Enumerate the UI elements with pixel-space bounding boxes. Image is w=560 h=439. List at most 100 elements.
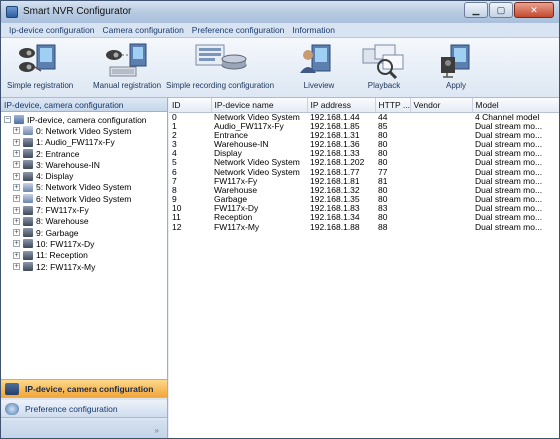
menu-preference-configuration[interactable]: Preference configuration bbox=[188, 25, 289, 35]
table-row[interactable]: 4 Display 192.168.1.33 80 Dual stream mo... bbox=[169, 149, 559, 158]
cell-vendor bbox=[410, 140, 472, 149]
expand-icon[interactable]: + bbox=[13, 127, 20, 135]
tree-node[interactable]: +5: Network Video System bbox=[1, 182, 167, 193]
tree-node[interactable]: +8: Warehouse bbox=[1, 216, 167, 227]
camera-icon bbox=[23, 262, 33, 271]
expand-icon[interactable]: + bbox=[13, 195, 20, 203]
expand-icon[interactable]: + bbox=[13, 240, 20, 248]
cell-model: Dual stream mo... bbox=[475, 213, 543, 223]
title-bar[interactable]: Smart NVR Configurator ▁ ▢ ✕ bbox=[1, 1, 559, 23]
table-row[interactable]: 12 FW117x-My 192.168.1.88 88 Dual stream mo.… bbox=[169, 223, 559, 232]
expand-icon[interactable]: + bbox=[13, 172, 20, 180]
simple-recording-configuration-button[interactable]: Simple recording configuration bbox=[166, 41, 274, 90]
cell-id: 12 bbox=[172, 222, 182, 232]
tree-node-label: 6: Network Video System bbox=[36, 193, 132, 204]
navigation-pane: IP-device, camera configuration Preferen… bbox=[1, 379, 167, 438]
column-header-ip-device-name[interactable]: IP-device name bbox=[211, 98, 308, 113]
tree-node[interactable]: +2: Entrance bbox=[1, 148, 167, 159]
menu-information[interactable]: Information bbox=[288, 25, 339, 35]
table-row[interactable]: 2 Entrance 192.168.1.31 80 Dual stream mo... bbox=[169, 131, 559, 140]
simple-registration-button[interactable]: Simple registration bbox=[7, 41, 73, 90]
maximize-button[interactable]: ▢ bbox=[489, 2, 513, 18]
cell-id: 2 bbox=[172, 130, 177, 140]
cell-model: Dual stream mo... bbox=[475, 185, 543, 195]
menu-ip-device-configuration[interactable]: Ip-device configuration bbox=[5, 25, 99, 35]
table-row[interactable]: 7 FW117x-Fy 192.168.1.81 81 Dual stream mo..… bbox=[169, 177, 559, 186]
tree-node-label: 5: Network Video System bbox=[36, 182, 132, 193]
tree-node[interactable]: +3: Warehouse-IN bbox=[1, 159, 167, 170]
cell-http-port: 80 bbox=[378, 185, 388, 195]
preference-gear-icon bbox=[5, 402, 19, 415]
apply-button[interactable]: Apply bbox=[433, 41, 479, 90]
column-header-id[interactable]: ID bbox=[169, 98, 212, 113]
toolbar: Simple registration Manual registration bbox=[1, 38, 559, 98]
table-row[interactable]: 3 Warehouse-IN 192.168.1.36 80 Dual stream m… bbox=[169, 140, 559, 149]
tree-node[interactable]: +6: Network Video System bbox=[1, 193, 167, 204]
column-header-vendor[interactable]: Vendor bbox=[410, 98, 473, 113]
tree-root[interactable]: − IP-device, camera configuration bbox=[1, 114, 167, 125]
collapse-icon[interactable]: − bbox=[4, 116, 11, 124]
minimize-button[interactable]: ▁ bbox=[464, 2, 488, 18]
close-button[interactable]: ✕ bbox=[514, 2, 554, 18]
expand-icon[interactable]: + bbox=[13, 263, 20, 270]
nav-overflow-button[interactable]: » bbox=[1, 420, 167, 438]
cell-model: Dual stream mo... bbox=[475, 176, 543, 186]
expand-icon[interactable]: + bbox=[13, 183, 20, 191]
cell-ip-device-name: Network Video System bbox=[214, 167, 300, 177]
nav-camera-configuration-label: IP-device, camera configuration bbox=[25, 383, 154, 394]
nav-camera-configuration[interactable]: IP-device, camera configuration bbox=[1, 380, 167, 398]
tree-node[interactable]: +11: Reception bbox=[1, 250, 167, 261]
table-row[interactable]: 6 Network Video System 192.168.1.77 77 Dual … bbox=[169, 167, 559, 176]
menu-camera-configuration[interactable]: Camera configuration bbox=[99, 25, 188, 35]
table-row[interactable]: 10 FW117x-Dy 192.168.1.83 83 Dual stream mo.… bbox=[169, 204, 559, 213]
liveview-button[interactable]: Liveview bbox=[296, 41, 342, 90]
cell-http-port: 80 bbox=[378, 130, 388, 140]
column-header-ip-address[interactable]: IP address bbox=[307, 98, 376, 113]
table-body: 0 Network Video System 192.168.1.44 44 4 Cha… bbox=[169, 112, 559, 232]
tree-node[interactable]: +10: FW117x-Dy bbox=[1, 238, 167, 249]
nav-preference-configuration[interactable]: Preference configuration bbox=[1, 400, 167, 418]
table-row[interactable]: 1 Audio_FW117x-Fy 192.168.1.85 85 Dual strea… bbox=[169, 122, 559, 131]
table-row[interactable]: 11 Reception 192.168.1.34 80 Dual stream mo.… bbox=[169, 213, 559, 222]
cell-ip-address: 192.168.1.202 bbox=[310, 158, 365, 168]
cell-ip-device-name: Warehouse-IN bbox=[214, 139, 269, 149]
cell-ip-address: 192.168.1.81 bbox=[310, 176, 360, 186]
expand-icon[interactable]: + bbox=[13, 150, 20, 158]
camera-icon bbox=[23, 205, 33, 215]
tree-node[interactable]: +12: FW117x-My bbox=[1, 261, 167, 272]
tree-node[interactable]: +0: Network Video System bbox=[1, 125, 167, 136]
table-row[interactable]: 5 Network Video System 192.168.1.202 80 Dual… bbox=[169, 158, 559, 167]
tree-node[interactable]: +9: Garbage bbox=[1, 227, 167, 238]
tree-node[interactable]: +7: FW117x-Fy bbox=[1, 204, 167, 215]
cell-id: 10 bbox=[172, 204, 182, 214]
camera-icon bbox=[23, 160, 33, 170]
cell-id: 4 bbox=[172, 149, 177, 159]
playback-button[interactable]: Playback bbox=[361, 41, 407, 90]
expand-icon[interactable]: + bbox=[13, 206, 20, 214]
column-header-model[interactable]: Model bbox=[472, 98, 559, 113]
cell-model: Dual stream mo... bbox=[475, 167, 543, 177]
expand-icon[interactable]: + bbox=[13, 217, 20, 225]
cell-http-port: 80 bbox=[378, 158, 388, 168]
expand-icon[interactable]: + bbox=[13, 138, 20, 146]
tree-node-label: 12: FW117x-My bbox=[36, 261, 96, 272]
table-row[interactable]: 9 Garbage 192.168.1.35 80 Dual stream mo... bbox=[169, 195, 559, 204]
manual-registration-button[interactable]: Manual registration bbox=[93, 41, 161, 90]
app-window: Smart NVR Configurator ▁ ▢ ✕ Ip-device c… bbox=[0, 0, 560, 439]
apply-icon bbox=[433, 41, 479, 79]
cell-ip-address: 192.168.1.83 bbox=[310, 204, 360, 214]
expand-icon[interactable]: + bbox=[13, 251, 20, 259]
expand-icon[interactable]: + bbox=[13, 229, 20, 237]
tree-node[interactable]: +4: Display bbox=[1, 170, 167, 181]
table-row[interactable]: 8 Warehouse 192.168.1.32 80 Dual stream mo..… bbox=[169, 186, 559, 195]
tree-node-label: 10: FW117x-Dy bbox=[36, 238, 95, 249]
cell-http-port: 88 bbox=[378, 222, 388, 232]
table-row[interactable]: 0 Network Video System 192.168.1.44 44 4 Cha… bbox=[169, 112, 559, 122]
expand-icon[interactable]: + bbox=[13, 161, 20, 169]
minimize-icon: ▁ bbox=[472, 4, 480, 15]
column-header-http-port[interactable]: HTTP ... bbox=[375, 98, 411, 113]
tree-node[interactable]: +1: Audio_FW117x-Fy bbox=[1, 137, 167, 148]
cell-http-port: 80 bbox=[378, 139, 388, 149]
cell-ip-address: 192.168.1.44 bbox=[310, 112, 360, 122]
playback-label: Playback bbox=[367, 81, 401, 90]
